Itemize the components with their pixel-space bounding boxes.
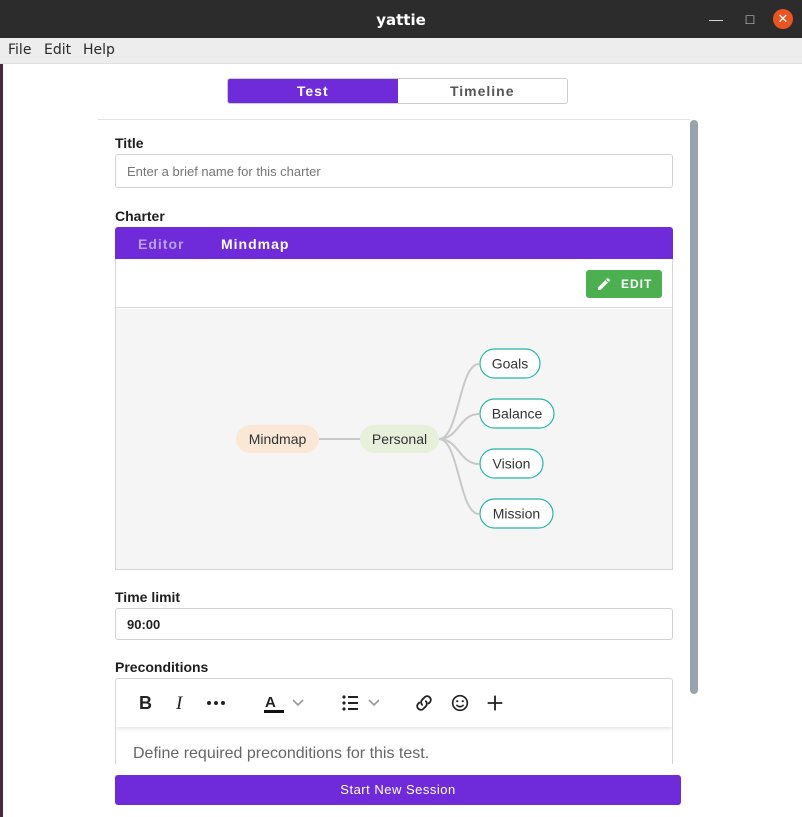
menu-help[interactable]: Help — [83, 42, 115, 58]
plus-icon[interactable] — [484, 691, 506, 715]
more-options-icon[interactable] — [205, 691, 227, 715]
mindmap-leaf-label: Goals — [492, 356, 529, 372]
window-titlebar: yattie — □ ✕ — [0, 0, 802, 38]
menubar: File Edit Help — [0, 38, 802, 64]
footer-spacer — [98, 764, 690, 775]
mindmap-root-label: Mindmap — [249, 431, 307, 447]
tab-test[interactable]: Test — [228, 79, 398, 103]
mindmap-node-personal[interactable]: Personal — [360, 425, 439, 453]
preconditions-placeholder: Define required preconditions for this t… — [133, 745, 430, 762]
edit-button-label: EDIT — [621, 277, 653, 291]
pencil-icon — [598, 277, 611, 290]
mindmap-node-vision[interactable]: Vision — [479, 448, 544, 479]
start-new-session-button[interactable]: Start New Session — [115, 775, 681, 805]
charter-panel: EDIT Mindmap Personal Goals Balance Visi… — [115, 259, 673, 570]
preconditions-editor[interactable]: B I A Define required preconditions for … — [115, 678, 673, 778]
content-divider — [98, 119, 690, 120]
view-tabs: Test Timeline — [227, 78, 568, 104]
mindmap-node-goals[interactable]: Goals — [479, 348, 541, 379]
edit-button[interactable]: EDIT — [586, 270, 662, 298]
mindmap-node-balance[interactable]: Balance — [479, 398, 555, 429]
mindmap-node-root[interactable]: Mindmap — [236, 425, 319, 453]
link-icon[interactable] — [413, 691, 435, 715]
title-input[interactable] — [115, 154, 673, 188]
text-color-icon[interactable]: A — [262, 691, 308, 715]
svg-text:I: I — [175, 693, 184, 714]
charter-label: Charter — [115, 208, 165, 224]
charter-toolbar: EDIT — [116, 259, 672, 308]
list-icon[interactable] — [340, 691, 382, 715]
mindmap-leaf-label: Mission — [493, 506, 540, 522]
maximize-icon[interactable]: □ — [740, 9, 760, 29]
title-label: Title — [115, 135, 144, 151]
tab-editor[interactable]: Editor — [138, 236, 184, 252]
mindmap-node-mission[interactable]: Mission — [479, 498, 554, 529]
preconditions-label: Preconditions — [115, 659, 209, 675]
menu-file[interactable]: File — [8, 42, 31, 58]
editor-toolbar: B I A — [116, 679, 672, 727]
mindmap-svg: Mindmap Personal Goals Balance Vision Mi… — [236, 348, 555, 529]
svg-text:B: B — [139, 693, 152, 713]
mindmap-leaf-label: Vision — [493, 456, 531, 472]
window-edge — [0, 64, 3, 817]
time-limit-input[interactable] — [115, 608, 673, 640]
italic-icon[interactable]: I — [172, 691, 192, 715]
mindmap-canvas[interactable]: Mindmap Personal Goals Balance Vision Mi… — [116, 309, 672, 569]
time-limit-label: Time limit — [115, 589, 181, 605]
bold-icon[interactable]: B — [136, 691, 156, 715]
tab-timeline[interactable]: Timeline — [397, 79, 567, 103]
scrollbar[interactable] — [690, 120, 698, 694]
minimize-icon[interactable]: — — [706, 9, 726, 29]
tab-mindmap[interactable]: Mindmap — [221, 236, 289, 252]
menu-edit[interactable]: Edit — [44, 42, 71, 58]
close-icon[interactable]: ✕ — [773, 9, 793, 29]
mindmap-child-label: Personal — [372, 431, 427, 447]
emoji-icon[interactable] — [449, 691, 471, 715]
mindmap-leaf-label: Balance — [492, 406, 543, 422]
charter-tabbar: Editor Mindmap — [115, 227, 673, 259]
svg-text:A: A — [265, 694, 276, 711]
window-title: yattie — [376, 11, 426, 29]
